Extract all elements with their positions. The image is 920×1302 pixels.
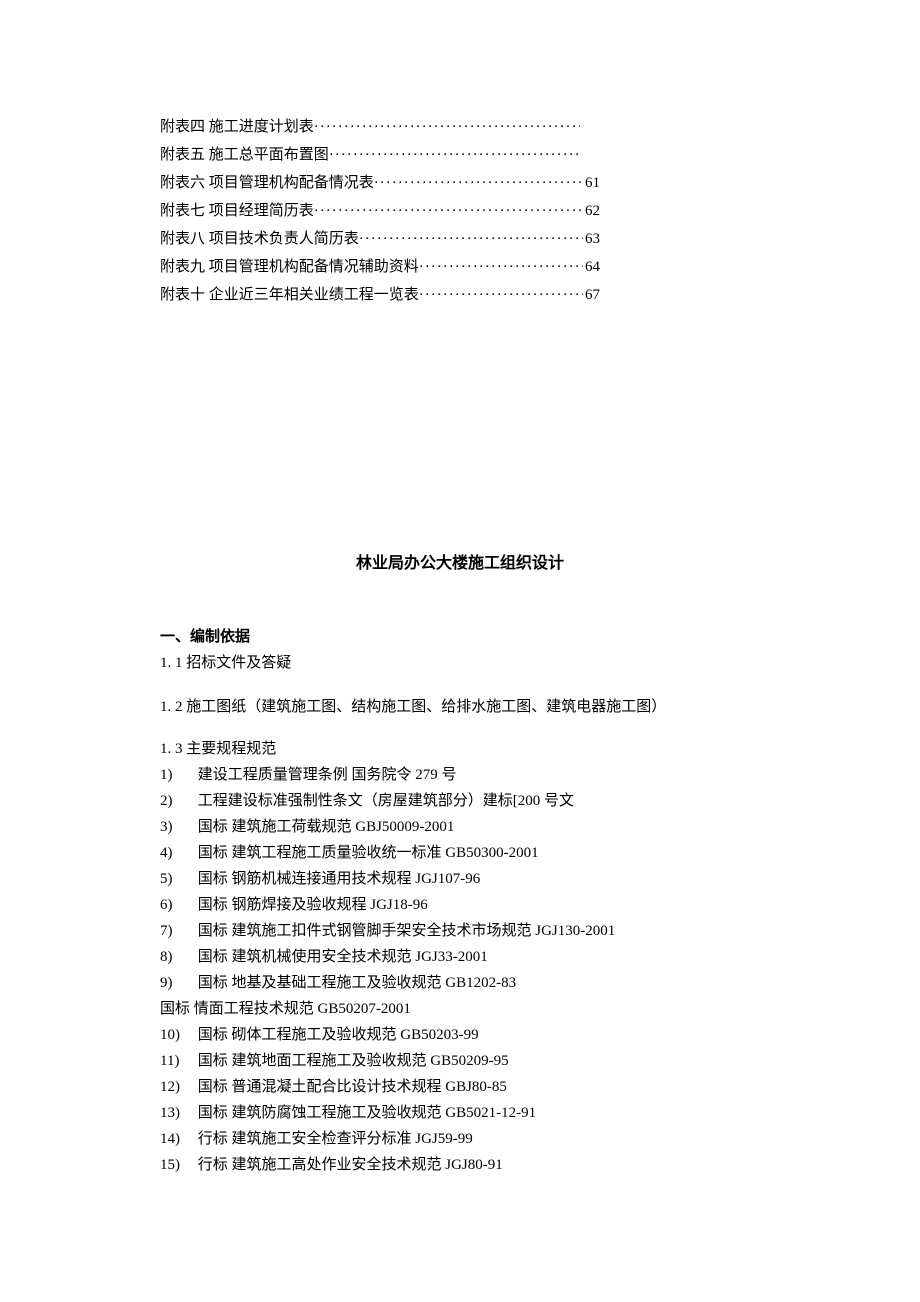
standard-item: 8) 国标 建筑机械使用安全技术规范 JGJ33-2001	[160, 945, 760, 969]
standard-item-text: 国标 建筑防腐蚀工程施工及验收规范 GB5021-12-91	[194, 1105, 536, 1121]
standards-list-1: 1) 建设工程质量管理条例 国务院令 279 号2) 工程建设标准强制性条文（房…	[160, 763, 760, 995]
standard-item-text: 国标 钢筋焊接及验收规程 JGJ18-96	[194, 897, 428, 913]
standard-item-text: 行标 建筑施工安全检查评分标准 JGJ59-99	[194, 1131, 473, 1147]
standard-item-number: 4)	[160, 841, 194, 865]
section-1-1: 1. 1 招标文件及答疑	[160, 651, 760, 675]
toc-leader-dots	[314, 115, 580, 139]
standard-item-text: 国标 地基及基础工程施工及验收规范 GB1202-83	[194, 975, 516, 991]
toc-page-number: 67	[583, 283, 600, 307]
toc-leader-dots	[359, 227, 583, 251]
toc-label: 附表九 项目管理机构配备情况辅助资料	[160, 255, 419, 279]
standard-item: 12) 国标 普通混凝土配合比设计技术规程 GBJ80-85	[160, 1075, 760, 1099]
toc-block: 附表四 施工进度计划表附表五 施工总平面布置图附表六 项目管理机构配备情况表 61…	[160, 115, 760, 307]
standard-item-text: 行标 建筑施工高处作业安全技术规范 JGJ80-91	[194, 1157, 503, 1173]
standard-item: 11) 国标 建筑地面工程施工及验收规范 GB50209-95	[160, 1049, 760, 1073]
toc-entry: 附表八 项目技术负责人简历表 63	[160, 227, 600, 251]
standard-item-number: 1)	[160, 763, 194, 787]
document-page: 附表四 施工进度计划表附表五 施工总平面布置图附表六 项目管理机构配备情况表 61…	[0, 0, 920, 1177]
toc-entry: 附表五 施工总平面布置图	[160, 143, 580, 167]
standard-item-number: 9)	[160, 971, 194, 995]
standard-item-text: 国标 建筑施工扣件式钢管脚手架安全技术市场规范 JGJ130-2001	[194, 923, 615, 939]
standard-item-text: 国标 普通混凝土配合比设计技术规程 GBJ80-85	[194, 1079, 507, 1095]
standard-item-text: 国标 建筑工程施工质量验收统一标准 GB50300-2001	[194, 845, 539, 861]
toc-page-number: 61	[583, 171, 600, 195]
toc-entry: 附表十 企业近三年相关业绩工程一览表 67	[160, 283, 600, 307]
standard-item-text: 国标 建筑施工荷载规范 GBJ50009-2001	[194, 819, 454, 835]
standard-item-text: 国标 建筑机械使用安全技术规范 JGJ33-2001	[194, 949, 488, 965]
section-1-3: 1. 3 主要规程规范	[160, 737, 760, 761]
toc-label: 附表八 项目技术负责人简历表	[160, 227, 359, 251]
standard-item-number: 5)	[160, 867, 194, 891]
toc-leader-dots	[419, 283, 583, 307]
standard-item-number: 11)	[160, 1049, 194, 1073]
standard-item: 9) 国标 地基及基础工程施工及验收规范 GB1202-83	[160, 971, 760, 995]
standard-item-number: 13)	[160, 1101, 194, 1125]
toc-page-number: 64	[583, 255, 600, 279]
toc-entry: 附表九 项目管理机构配备情况辅助资料 64	[160, 255, 600, 279]
spacer	[160, 311, 760, 551]
standard-item-number: 15)	[160, 1153, 194, 1177]
standard-item: 3) 国标 建筑施工荷载规范 GBJ50009-2001	[160, 815, 760, 839]
section-1-2: 1. 2 施工图纸（建筑施工图、结构施工图、给排水施工图、建筑电器施工图）	[160, 695, 760, 719]
toc-leader-dots	[329, 143, 580, 167]
standard-item: 6) 国标 钢筋焊接及验收规程 JGJ18-96	[160, 893, 760, 917]
standard-item: 5) 国标 钢筋机械连接通用技术规程 JGJ107-96	[160, 867, 760, 891]
toc-leader-dots	[314, 199, 583, 223]
standard-item-number: 3)	[160, 815, 194, 839]
standard-item: 2) 工程建设标准强制性条文（房屋建筑部分）建标[200 号文	[160, 789, 760, 813]
standard-item-number: 12)	[160, 1075, 194, 1099]
standard-item-number: 2)	[160, 789, 194, 813]
standard-item: 10) 国标 砌体工程施工及验收规范 GB50203-99	[160, 1023, 760, 1047]
standard-item: 4) 国标 建筑工程施工质量验收统一标准 GB50300-2001	[160, 841, 760, 865]
toc-page-number: 63	[583, 227, 600, 251]
section-1-head: 一、编制依据	[160, 625, 760, 649]
standards-list-2: 10) 国标 砌体工程施工及验收规范 GB50203-9911) 国标 建筑地面…	[160, 1023, 760, 1177]
standard-item-text: 工程建设标准强制性条文（房屋建筑部分）建标[200 号文	[194, 793, 574, 809]
standard-item-number: 7)	[160, 919, 194, 943]
standard-item-text: 国标 钢筋机械连接通用技术规程 JGJ107-96	[194, 871, 480, 887]
standard-item: 1) 建设工程质量管理条例 国务院令 279 号	[160, 763, 760, 787]
toc-leader-dots	[419, 255, 583, 279]
standard-item: 14) 行标 建筑施工安全检查评分标准 JGJ59-99	[160, 1127, 760, 1151]
standard-item-number: 8)	[160, 945, 194, 969]
toc-label: 附表六 项目管理机构配备情况表	[160, 171, 374, 195]
toc-entry: 附表七 项目经理简历表 62	[160, 199, 600, 223]
standard-item: 15) 行标 建筑施工高处作业安全技术规范 JGJ80-91	[160, 1153, 760, 1177]
standard-item-text: 国标 砌体工程施工及验收规范 GB50203-99	[194, 1027, 479, 1043]
standard-item-number: 14)	[160, 1127, 194, 1151]
document-title: 林业局办公大楼施工组织设计	[160, 551, 760, 577]
standard-item: 13) 国标 建筑防腐蚀工程施工及验收规范 GB5021-12-91	[160, 1101, 760, 1125]
standard-item-number: 6)	[160, 893, 194, 917]
standard-item-text: 建设工程质量管理条例 国务院令 279 号	[194, 767, 457, 783]
standard-unnumbered: 国标 情面工程技术规范 GB50207-2001	[160, 997, 760, 1021]
standard-item-number: 10)	[160, 1023, 194, 1047]
toc-entry: 附表四 施工进度计划表	[160, 115, 580, 139]
standard-item: 7) 国标 建筑施工扣件式钢管脚手架安全技术市场规范 JGJ130-2001	[160, 919, 760, 943]
toc-label: 附表十 企业近三年相关业绩工程一览表	[160, 283, 419, 307]
toc-label: 附表四 施工进度计划表	[160, 115, 314, 139]
toc-page-number: 62	[583, 199, 600, 223]
toc-label: 附表七 项目经理简历表	[160, 199, 314, 223]
toc-label: 附表五 施工总平面布置图	[160, 143, 329, 167]
toc-entry: 附表六 项目管理机构配备情况表 61	[160, 171, 600, 195]
toc-leader-dots	[374, 171, 583, 195]
standard-item-text: 国标 建筑地面工程施工及验收规范 GB50209-95	[194, 1053, 509, 1069]
